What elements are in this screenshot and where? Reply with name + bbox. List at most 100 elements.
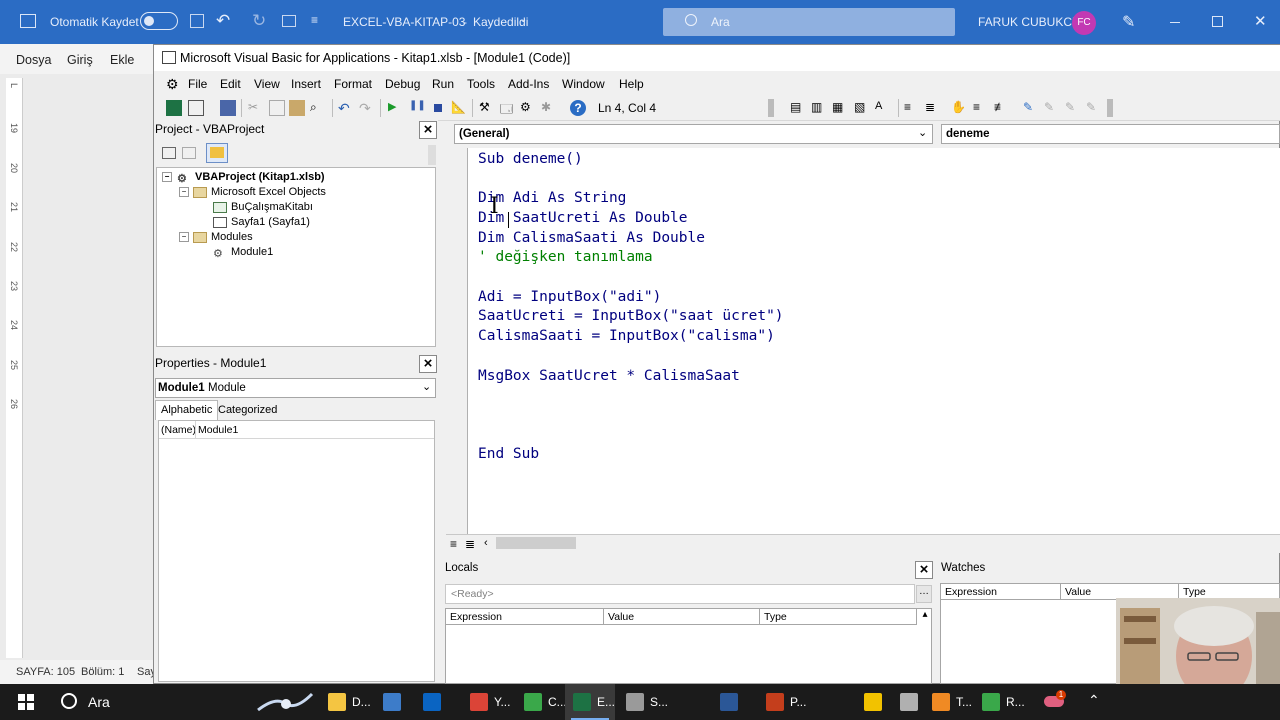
quick-access-icon[interactable] bbox=[282, 15, 296, 27]
code-line[interactable]: Sub deneme() bbox=[478, 151, 583, 167]
code-line[interactable]: Dim SaatUcreti As Double bbox=[478, 210, 688, 226]
taskbar-search-label[interactable]: Ara bbox=[88, 694, 110, 710]
code-horizontal-scrollbar[interactable]: ≡ ≣ ‹ bbox=[446, 534, 1280, 553]
taskbar-app-recorder[interactable] bbox=[892, 684, 922, 720]
minimize-icon[interactable] bbox=[1170, 22, 1180, 23]
edit-toolbar-icon-2[interactable]: ▥ bbox=[811, 100, 827, 116]
taskbar-app-snipping[interactable]: S... bbox=[618, 684, 670, 720]
close-project-pane-button[interactable]: × bbox=[419, 121, 437, 139]
reset-icon[interactable] bbox=[430, 100, 446, 116]
code-line[interactable]: Adi = InputBox("adi") bbox=[478, 289, 661, 305]
autosave-toggle[interactable] bbox=[140, 12, 178, 30]
avatar[interactable]: FC bbox=[1072, 11, 1096, 35]
taskbar-app-powerpoint[interactable]: P... bbox=[758, 684, 810, 720]
comment-block-icon[interactable]: ≡ bbox=[973, 100, 989, 116]
undo-icon[interactable]: ↶ bbox=[216, 11, 230, 31]
menu-tools[interactable]: Tools bbox=[467, 77, 495, 91]
clear-bookmarks-icon[interactable]: ✎ bbox=[1086, 100, 1102, 116]
customize-qat-icon[interactable]: ≡ bbox=[311, 13, 318, 27]
maximize-icon[interactable] bbox=[1212, 16, 1223, 27]
tab-giris[interactable]: Giriş bbox=[67, 53, 93, 67]
tab-alphabetic[interactable]: Alphabetic bbox=[155, 400, 219, 420]
edit-toolbar-icon-1[interactable]: ▤ bbox=[790, 100, 806, 116]
outdent-icon[interactable]: ≣ bbox=[925, 100, 941, 116]
property-row[interactable]: (Name) Module1 bbox=[159, 421, 434, 439]
help-icon[interactable]: ? bbox=[570, 100, 586, 116]
taskbar-app-chrome[interactable]: Y... bbox=[462, 684, 514, 720]
project-explorer-icon[interactable]: ⚒ bbox=[479, 100, 495, 116]
column-header-type[interactable]: Type bbox=[760, 609, 917, 625]
code-line[interactable]: End Sub bbox=[478, 446, 539, 462]
pane-scroll-arrow-icon[interactable] bbox=[428, 145, 436, 165]
menu-debug[interactable]: Debug bbox=[385, 77, 420, 91]
toolbar-grip-icon[interactable] bbox=[1107, 99, 1113, 117]
code-line[interactable]: CalismaSaati = InputBox("calisma") bbox=[478, 328, 775, 344]
system-tray-chevron-icon[interactable]: ⌃ bbox=[1088, 692, 1100, 709]
tab-ekle[interactable]: Ekle bbox=[110, 53, 134, 67]
run-icon[interactable]: ▶ bbox=[388, 100, 404, 116]
view-code-icon[interactable] bbox=[162, 147, 176, 159]
chevron-down-icon[interactable]: ⌄ bbox=[519, 14, 527, 25]
redo-icon[interactable]: ↻ bbox=[252, 11, 266, 31]
properties-window-icon[interactable]: 🗔 bbox=[500, 100, 516, 116]
cut-icon[interactable]: ✂ bbox=[248, 100, 264, 116]
view-excel-icon[interactable] bbox=[166, 100, 182, 116]
code-line[interactable]: Dim CalismaSaati As Double bbox=[478, 230, 705, 246]
menu-file[interactable]: File bbox=[188, 77, 207, 91]
taskbar-app-file-explorer[interactable]: D... bbox=[320, 684, 371, 720]
scrollbar-thumb[interactable] bbox=[496, 537, 576, 549]
save-icon[interactable] bbox=[220, 100, 236, 116]
find-icon[interactable]: ⌕ bbox=[310, 100, 326, 116]
tab-dosya[interactable]: Dosya bbox=[16, 53, 51, 67]
code-margin[interactable] bbox=[446, 148, 468, 534]
taskbar-search-icon[interactable] bbox=[61, 693, 77, 709]
search-box[interactable]: Ara bbox=[663, 8, 955, 36]
menu-help[interactable]: Help bbox=[619, 77, 644, 91]
view-object-icon[interactable] bbox=[182, 147, 196, 159]
taskbar-app-excel[interactable]: E... bbox=[565, 684, 615, 720]
code-line[interactable]: SaatUcreti = InputBox("saat ücret") bbox=[478, 308, 784, 324]
edit-toolbar-icon-3[interactable]: ▦ bbox=[832, 100, 848, 116]
user-name[interactable]: FARUK CUBUKCU bbox=[978, 15, 1081, 29]
procedure-view-icon[interactable]: ≡ bbox=[450, 537, 457, 551]
vbe-system-icon[interactable]: ⚙ bbox=[166, 76, 179, 93]
code-line[interactable]: MsgBox SaatUcret * CalismaSaat bbox=[478, 368, 740, 384]
taskbar-app-word[interactable] bbox=[712, 684, 752, 720]
file-title[interactable]: EXCEL-VBA-KITAP-03 bbox=[343, 15, 465, 29]
tab-categorized[interactable]: Categorized bbox=[218, 404, 277, 416]
code-comment-line[interactable]: ' değişken tanımlama bbox=[478, 249, 653, 265]
property-value[interactable]: Module1 bbox=[198, 424, 238, 436]
prev-bookmark-icon[interactable]: ✎ bbox=[1065, 100, 1081, 116]
menu-run[interactable]: Run bbox=[432, 77, 454, 91]
save-icon[interactable] bbox=[190, 14, 204, 28]
close-locals-pane-button[interactable]: × bbox=[915, 561, 933, 579]
chevron-down-icon[interactable]: ⌄ bbox=[918, 126, 927, 139]
collapse-icon[interactable]: − bbox=[179, 232, 189, 242]
menu-edit[interactable]: Edit bbox=[220, 77, 241, 91]
toggle-breakpoint-icon[interactable]: ✋ bbox=[951, 100, 967, 116]
edit-toolbar-icon-4[interactable]: ▧ bbox=[854, 100, 870, 116]
collapse-icon[interactable]: − bbox=[162, 172, 172, 182]
design-mode-icon[interactable]: 📐 bbox=[451, 100, 467, 116]
chevron-down-icon[interactable]: ⌄ bbox=[422, 380, 431, 393]
toolbar-grip-icon[interactable] bbox=[768, 99, 774, 117]
insert-module-icon[interactable] bbox=[188, 100, 204, 116]
break-icon[interactable]: ❚❚ bbox=[409, 100, 426, 116]
toggle-folders-icon[interactable] bbox=[206, 143, 228, 163]
column-header-expression[interactable]: Expression bbox=[941, 584, 1061, 600]
paste-icon[interactable] bbox=[289, 100, 305, 116]
menu-window[interactable]: Window bbox=[562, 77, 605, 91]
taskbar-app-screen-app[interactable] bbox=[375, 684, 413, 720]
menu-insert[interactable]: Insert bbox=[291, 77, 321, 91]
uncomment-block-icon[interactable]: ≢ bbox=[994, 100, 1010, 116]
undo-icon[interactable]: ↶ bbox=[338, 100, 354, 116]
code-line[interactable]: Dim Adi As String bbox=[478, 190, 626, 206]
object-browser-icon[interactable]: ⚙ bbox=[520, 100, 536, 116]
next-bookmark-icon[interactable]: ✎ bbox=[1044, 100, 1060, 116]
collapse-icon[interactable]: − bbox=[179, 187, 189, 197]
bookmark-icon[interactable]: ✎ bbox=[1023, 100, 1039, 116]
scroll-up-icon[interactable]: ▴ bbox=[918, 609, 932, 625]
call-stack-button[interactable]: … bbox=[916, 585, 932, 603]
menu-format[interactable]: Format bbox=[334, 77, 372, 91]
properties-object-select[interactable]: Module1 Module ⌄ bbox=[155, 378, 436, 398]
